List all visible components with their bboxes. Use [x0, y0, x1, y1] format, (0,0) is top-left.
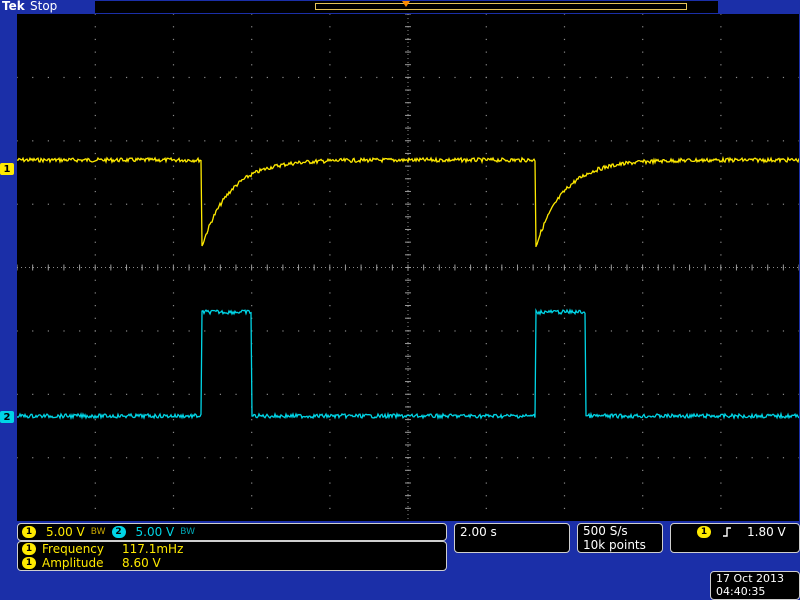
sample-rate: 500 S/s	[583, 524, 628, 538]
acquisition-status: Stop	[30, 0, 58, 13]
measurement-source-badge: 1	[22, 557, 36, 569]
measurement-label: Amplitude	[42, 556, 104, 570]
record-window-indicator[interactable]	[315, 3, 687, 10]
measurement-value: 8.60 V	[122, 556, 161, 570]
channel-settings-panel[interactable]: 1 5.00 V BW 2 5.00 V BW	[17, 523, 447, 541]
trigger-panel[interactable]: 1 1.80 V	[670, 523, 800, 553]
status-bar: Tek Stop	[0, 0, 800, 14]
ch2-bandwidth-icon: BW	[180, 527, 196, 537]
trigger-position-icon	[402, 1, 410, 7]
measurement-label: Frequency	[42, 542, 104, 556]
brand-label: Tek	[2, 0, 25, 13]
ch2-badge: 2	[111, 526, 126, 538]
ch1-bandwidth-icon: BW	[90, 527, 106, 537]
timebase-panel[interactable]: 2.00 s	[454, 523, 570, 553]
acquisition-panel[interactable]: 500 S/s 10k points	[577, 523, 663, 553]
waveform-display	[17, 14, 799, 521]
record-length: 10k points	[583, 538, 646, 552]
ch2-scale[interactable]: 5.00 V	[136, 525, 175, 539]
trigger-source-badge: 1	[697, 526, 711, 538]
measurement-row: 1 Amplitude 8.60 V	[22, 556, 161, 570]
ch1-ground-marker[interactable]: 1	[0, 163, 14, 175]
date-label: 17 Oct 2013	[716, 572, 785, 585]
rising-edge-icon	[723, 527, 731, 537]
ch2-ground-marker[interactable]: 2	[0, 411, 14, 423]
measurement-panel[interactable]: 1 Frequency 117.1mHz 1 Amplitude 8.60 V	[17, 541, 447, 571]
measurement-value: 117.1mHz	[122, 542, 184, 556]
datetime-panel: 17 Oct 2013 04:40:35	[710, 571, 800, 600]
timebase-scale: 2.00 s	[460, 525, 497, 539]
ch1-scale[interactable]: 5.00 V	[46, 525, 85, 539]
ch1-badge: 1	[22, 526, 36, 538]
measurement-source-badge: 1	[22, 543, 36, 555]
waveform-graticule	[17, 14, 799, 521]
measurement-row: 1 Frequency 117.1mHz	[22, 542, 183, 556]
time-label: 04:40:35	[716, 585, 766, 598]
trigger-level: 1.80 V	[747, 525, 786, 539]
